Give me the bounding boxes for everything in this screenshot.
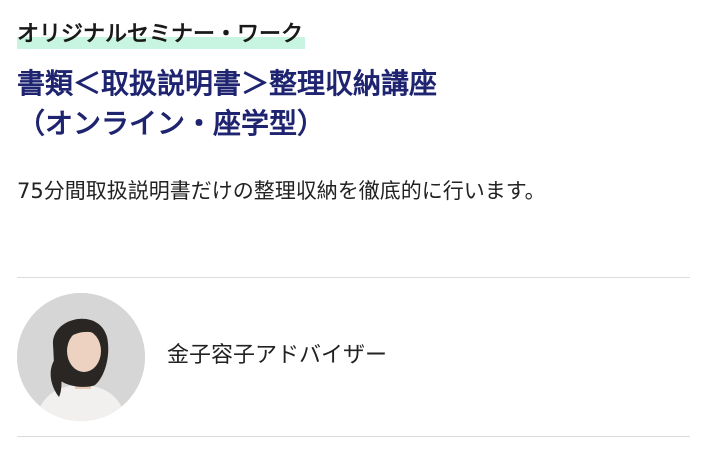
divider-bottom — [17, 436, 690, 437]
instructor-name[interactable]: 金子容子アドバイザー — [167, 340, 387, 372]
seminar-title-line2: （オンライン・座学型） — [17, 107, 326, 140]
category-label: オリジナルセミナー・ワーク — [17, 22, 304, 47]
seminar-description: 75分間取扱説明書だけの整理収納を徹底的に行います。 — [17, 179, 546, 203]
instructor-avatar — [17, 293, 145, 421]
seminar-title: 書類＜取扱説明書＞整理収納講座 （オンライン・座学型） — [17, 64, 697, 144]
seminar-category: オリジナルセミナー・ワーク — [17, 20, 306, 50]
seminar-title-line1: 書類＜取扱説明書＞整理収納講座 — [17, 67, 438, 100]
person-photo-icon — [17, 293, 145, 421]
divider-top — [17, 277, 690, 278]
